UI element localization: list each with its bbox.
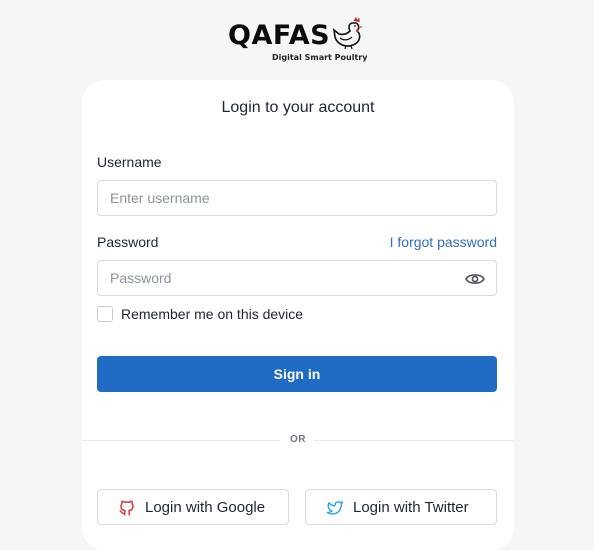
login-twitter-label: Login with Twitter [353,499,469,516]
twitter-icon [326,501,344,515]
brand-logo: QAFAS Digital Smart Poultry [226,16,376,66]
login-card: Login to your account Username Password … [82,80,514,550]
password-input[interactable] [97,260,497,296]
password-label: Password [97,234,159,250]
login-google-label: Login with Google [145,499,266,516]
sign-in-button[interactable]: Sign in [97,356,497,392]
remember-label: Remember me on this device [121,306,304,322]
login-google-button[interactable]: Login with Google [97,489,289,525]
login-twitter-button[interactable]: Login with Twitter [305,489,497,525]
login-title: Login to your account [221,99,375,116]
divider-line-right [314,440,514,441]
forgot-password-link[interactable]: I forgot password [390,234,497,250]
brand-tagline: Digital Smart Poultry [272,53,368,62]
brand-name: QAFAS [228,20,331,51]
hen-logo-icon [332,16,364,50]
remember-checkbox[interactable] [97,306,113,322]
eye-icon[interactable] [464,268,486,290]
username-input[interactable] [97,180,497,216]
username-label: Username [97,154,162,170]
github-icon [119,500,134,516]
